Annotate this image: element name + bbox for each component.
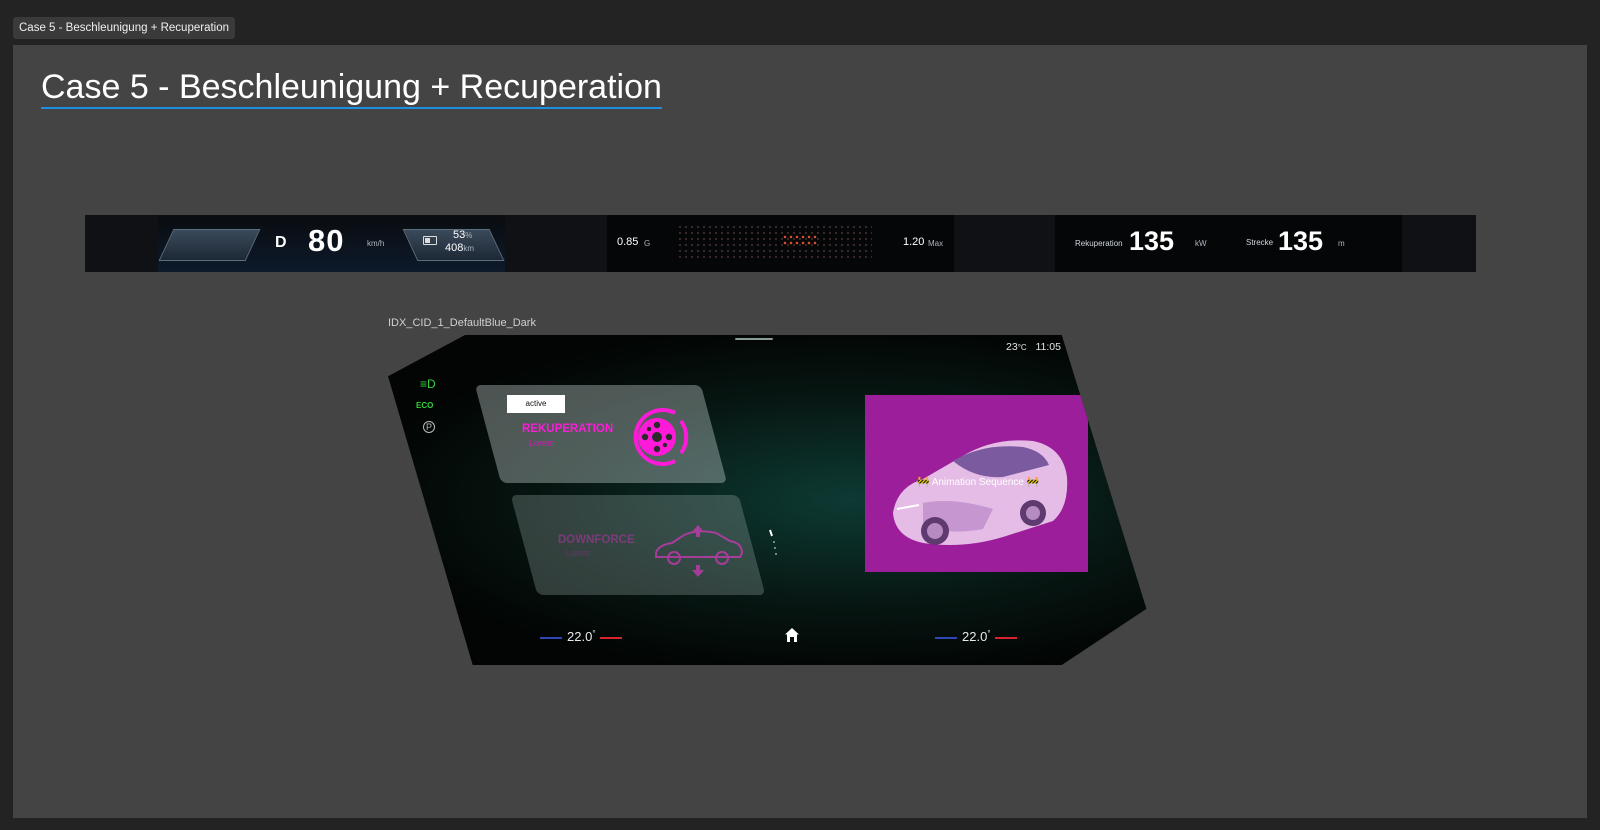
- drive-panel: D 80 km/h 53% 408km: [158, 215, 505, 272]
- downforce-car-icon: [655, 525, 744, 577]
- clock: 11:05: [1035, 341, 1061, 353]
- recuperation-subtitle: Lorem: [529, 438, 555, 448]
- distance-unit: m: [1338, 239, 1345, 248]
- gforce-unit: G: [644, 239, 651, 248]
- recuperation-value: 135: [1129, 226, 1175, 256]
- animation-placeholder: 🚧 Animation Sequence 🚧: [865, 395, 1088, 572]
- scroll-indicator[interactable]: [768, 528, 778, 562]
- instrument-cluster: D 80 km/h 53% 408km 0.85 G 1.20 Max Reku…: [85, 215, 1476, 272]
- temp-hot-line: [599, 636, 622, 639]
- gforce-max-unit: Max: [928, 239, 944, 248]
- cid-frame-label: IDX_CID_1_DefaultBlue_Dark: [388, 317, 536, 329]
- cid-screen: 23°C 11:05 ≡D ECO P active REKUPERATION …: [388, 335, 1147, 665]
- distance-value: 135: [1278, 226, 1324, 256]
- battery-icon: [423, 236, 437, 245]
- active-badge: active: [507, 395, 565, 413]
- home-icon[interactable]: [784, 627, 800, 643]
- recuperation-label: Rekuperation: [1075, 239, 1123, 248]
- gforce-dot-matrix: [677, 224, 872, 262]
- passenger-temperature[interactable]: 22.0°: [935, 629, 1017, 644]
- temp-hot-line: [994, 636, 1017, 639]
- pull-down-handle[interactable]: [735, 338, 773, 340]
- distance-label: Strecke: [1246, 238, 1274, 247]
- recuperation-title: REKUPERATION: [522, 423, 614, 435]
- eco-mode-icon[interactable]: ECO: [416, 401, 433, 410]
- speed-unit: km/h: [367, 239, 385, 248]
- temp-cold-line: [540, 636, 562, 639]
- speed-value: 80: [308, 223, 345, 258]
- outside-temp-unit: °C: [1017, 343, 1027, 352]
- animation-label: 🚧 Animation Sequence 🚧: [917, 477, 1040, 488]
- range-value: 408km: [445, 242, 475, 254]
- driver-temperature[interactable]: 22.0°: [540, 629, 622, 644]
- gforce-current: 0.85: [617, 236, 639, 248]
- gear-indicator: D: [275, 234, 287, 251]
- downforce-subtitle: Lorem: [565, 548, 591, 558]
- design-canvas: Case 5 - Beschleunigung + Recuperation D…: [13, 45, 1587, 818]
- gforce-max: 1.20: [903, 236, 925, 248]
- outside-temp: 23: [1006, 341, 1018, 353]
- recuperation-unit: kW: [1195, 239, 1207, 248]
- temp-cold-line: [935, 636, 957, 639]
- page-title: Case 5 - Beschleunigung + Recuperation: [41, 67, 662, 109]
- left-lane-graphic: [158, 229, 261, 261]
- status-bar: 23°C 11:05: [1006, 341, 1061, 353]
- frame-tab[interactable]: Case 5 - Beschleunigung + Recuperation: [13, 17, 236, 39]
- gforce-panel: 0.85 G 1.20 Max: [607, 215, 954, 272]
- headlight-icon[interactable]: ≡D: [420, 377, 436, 391]
- recuperation-wheel-icon: [633, 408, 689, 466]
- gforce-highlight: [782, 234, 817, 246]
- downforce-title: DOWNFORCE: [558, 534, 635, 546]
- battery-percent: 53%: [453, 229, 473, 241]
- parking-brake-icon[interactable]: P: [423, 421, 436, 433]
- recuperation-panel: Rekuperation 135 kW Strecke 135 m: [1055, 215, 1402, 272]
